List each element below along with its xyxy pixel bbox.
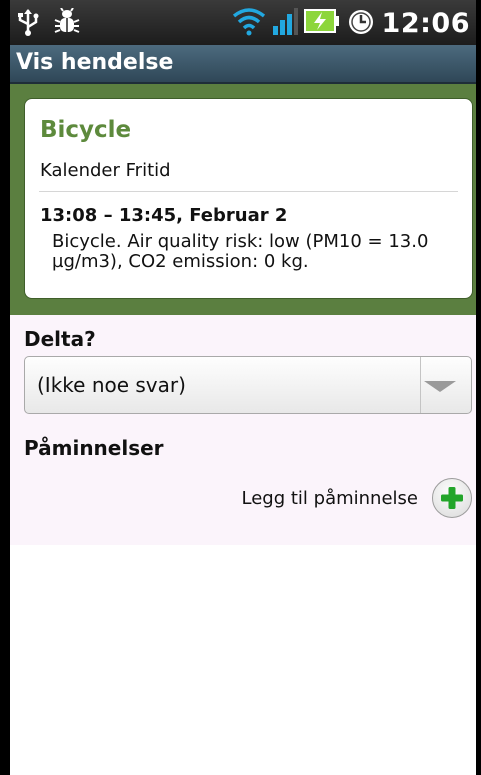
battery-charging-icon [303,6,340,40]
page-title: Vis hendelse [16,50,174,75]
debug-bug-icon [54,7,80,40]
clock-time: 12:06 [381,7,470,39]
event-description: Bicycle. Air quality risk: low (PM10 = 1… [52,231,429,272]
chevron-down-icon [424,381,456,392]
divider [39,191,458,192]
add-reminder-label: Legg til påminnelse [241,487,418,509]
usb-icon [16,8,40,40]
event-details: Delta? (Ikke noe svar) Påminnelser Legg … [10,315,476,545]
event-time: 13:08 – 13:45, Februar 2 [40,205,288,226]
dropdown-separator [420,357,421,413]
status-bar: 12:06 [10,0,476,45]
empty-area [10,545,476,775]
signal-bars-icon [272,6,298,40]
event-header-area: Bicycle Kalender Fritid 13:08 – 13:45, F… [10,84,476,315]
reminders-label: Påminnelser [24,436,164,460]
event-calendar: Kalender Fritid [40,160,171,181]
attendance-label: Delta? [24,327,96,351]
title-bar: Vis hendelse [10,45,476,84]
add-reminder-row: Legg til påminnelse [242,478,472,518]
attendance-selected-value: (Ikke noe svar) [37,373,186,397]
screen: 12:06 Vis hendelse Bicycle Kalender Frit… [10,0,476,775]
add-reminder-button[interactable] [432,478,472,518]
plus-icon [441,487,463,509]
event-card: Bicycle Kalender Fritid 13:08 – 13:45, F… [24,98,473,299]
wifi-icon [232,6,266,40]
alarm-clock-icon [346,6,376,40]
attendance-dropdown[interactable]: (Ikke noe svar) [24,356,472,414]
event-title: Bicycle [40,117,132,143]
